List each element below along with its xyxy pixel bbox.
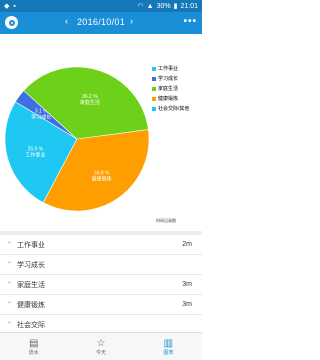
category-list: ⌃ 工作事业 2m ⌃ 学习成长 ⌃ 家庭生活 3m ⌃ 健康锻炼 3m ⌃ 社… [0,235,202,335]
list-item-label: 健康锻炼 [17,301,45,309]
chevron-up-icon: ⌃ [7,242,13,248]
legend-item: 健康锻炼 [152,94,189,104]
list-item[interactable]: ⌃ 学习成长 [0,255,202,275]
nav-label: 今天 [95,349,106,356]
legend-item: 家庭生活 [152,84,189,94]
list-icon: ▤ [28,337,39,349]
legend-item: 社会交际/其他 [152,104,189,114]
chevron-up-icon: ⌃ [7,262,13,268]
nav-label: 图表 [163,349,174,356]
nav-label: 流水 [28,349,39,356]
legend-swatch [152,87,156,91]
clock: 21:01 [180,2,198,10]
list-item-value: 3m [182,301,192,308]
chart-legend: 工作事业 学习成长 家庭生活 健康锻炼 社会交际/其他 [152,64,189,114]
list-item-label: 社会交际 [17,321,45,329]
nav-tab-chart[interactable]: ▥ 图表 [135,333,202,360]
wifi-icon: ◠ [137,3,144,10]
chevron-up-icon: ⌃ [7,322,13,328]
slice-name-label: 家庭生活 [80,99,100,106]
list-item-label: 学习成长 [17,261,45,269]
list-item-label: 家庭生活 [17,281,45,289]
battery-icon: ▮ [173,3,178,10]
next-date-icon[interactable]: › [130,16,133,26]
status-bar: ◆ ▪ ◠ ▲ 30% ▮ 21:01 [0,0,202,12]
chart-icon: ▥ [163,337,174,349]
chevron-up-icon: ⌃ [7,302,13,308]
legend-swatch [152,77,156,81]
notification-icon: ▪ [13,2,16,10]
more-menu-icon[interactable]: ••• [183,16,197,27]
list-item-value: 2m [182,241,192,248]
signal-icon: ▲ [146,2,154,10]
list-item-value: 3m [182,281,192,288]
battery-percent: 30% [156,2,171,10]
list-item[interactable]: ⌃ 家庭生活 3m [0,275,202,295]
list-item[interactable]: ⌃ 健康锻炼 3m [0,295,202,315]
star-icon: ☆ [96,337,106,349]
legend-swatch [152,67,156,71]
list-item-label: 工作事业 [17,241,45,249]
date-title: 2016/10/01 [76,17,126,27]
nav-tab-today[interactable]: ☆ 今天 [67,333,134,360]
legend-swatch [152,107,156,111]
slice-name-label: 工作事业 [25,151,45,158]
legend-item: 工作事业 [152,64,189,74]
legend-item: 学习成长 [152,74,189,84]
shield-icon: ◆ [4,3,10,10]
app-bar: ‹ 2016/10/01 › ••• [0,12,202,34]
slice-name-label: 健康锻炼 [92,175,112,182]
slice-name-label: 学习成长 [31,113,51,120]
chart-footnote: 时间记录图 [156,218,176,223]
nav-tab-flow[interactable]: ▤ 流水 [0,333,67,360]
legend-swatch [152,97,156,101]
chevron-up-icon: ⌃ [7,282,13,288]
list-item[interactable]: ⌃ 工作事业 2m [0,235,202,255]
bottom-nav: ▤ 流水 ☆ 今天 ▥ 图表 [0,332,202,360]
